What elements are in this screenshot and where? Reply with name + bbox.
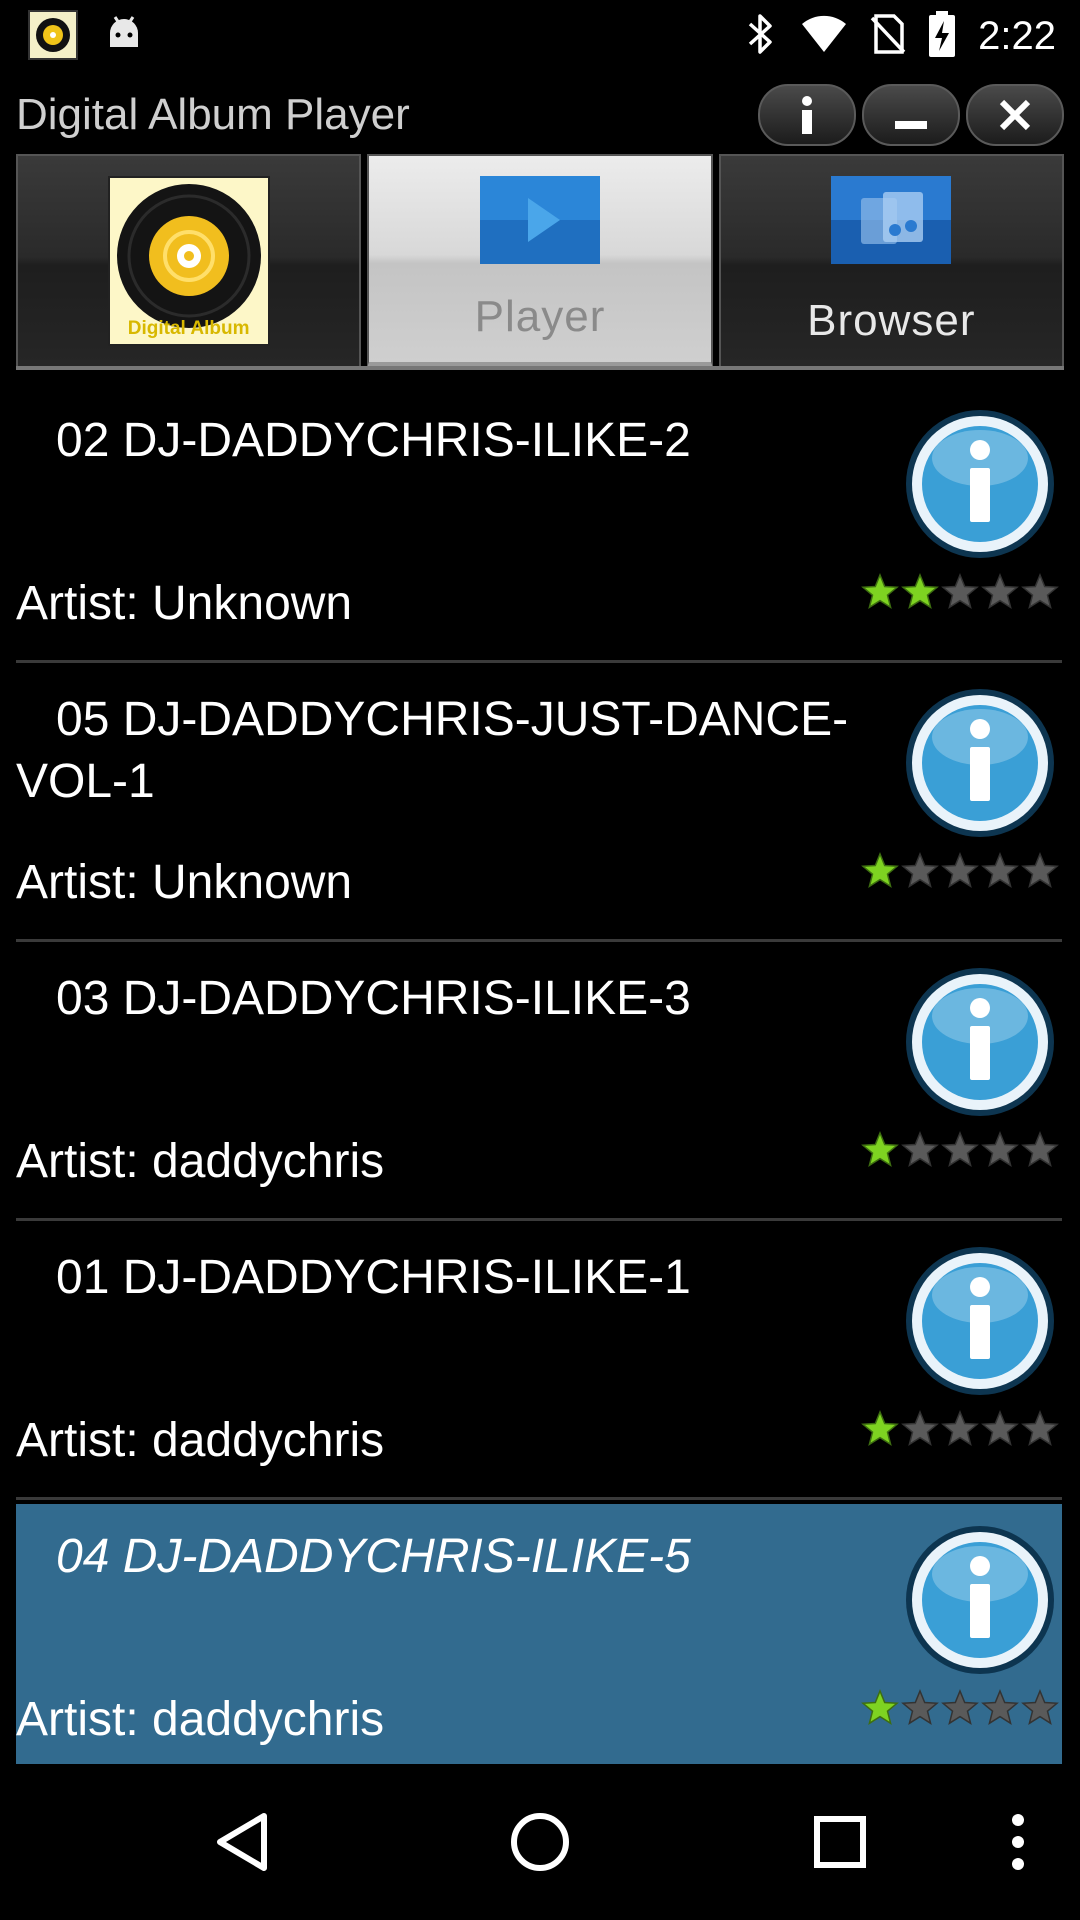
navigation-bar [0,1764,1080,1920]
song-info-button[interactable] [902,964,1058,1120]
logo-text: Digital Album [127,318,250,339]
star-empty-icon[interactable] [940,1688,980,1728]
info-icon [906,1247,1054,1395]
list-item[interactable]: 03 DJ-DADDYCHRIS-ILIKE-3 Artist: daddych… [16,946,1062,1221]
tab-player[interactable]: Player [367,154,713,368]
app-thumbnail-icon [28,10,78,60]
star-filled-icon[interactable] [860,1409,900,1449]
song-artist: Artist: Unknown [16,856,353,909]
close-icon [999,99,1031,131]
song-title: 01 DJ-DADDYCHRIS-ILIKE-1 [56,1251,691,1304]
rating-stars[interactable] [860,1409,1060,1449]
back-button[interactable] [164,1764,320,1920]
star-empty-icon[interactable] [900,851,940,891]
info-icon [802,96,812,134]
recents-icon [814,1816,866,1868]
rating-stars[interactable] [860,851,1060,891]
star-empty-icon[interactable] [1020,1409,1060,1449]
recents-button[interactable] [762,1764,918,1920]
window-controls [758,84,1064,150]
app-title: Digital Album Player [16,90,410,139]
star-empty-icon[interactable] [940,851,980,891]
play-icon [479,176,600,264]
overflow-menu-button[interactable] [940,1764,1080,1920]
star-empty-icon[interactable] [900,1688,940,1728]
info-icon [906,968,1054,1116]
song-artist: Artist: daddychris [16,1693,385,1746]
star-empty-icon[interactable] [980,1688,1020,1728]
song-title: 05 DJ-DADDYCHRIS-JUST-DANCE-VOL-1 [16,693,849,808]
star-empty-icon[interactable] [980,572,1020,612]
song-title: 04 DJ-DADDYCHRIS-ILIKE-5 [56,1530,691,1583]
wifi-icon [800,14,848,59]
music-folder-icon [831,176,952,264]
star-filled-icon[interactable] [860,851,900,891]
info-icon [906,689,1054,837]
song-info-button[interactable] [902,685,1058,841]
song-info-button[interactable] [902,406,1058,562]
star-empty-icon[interactable] [900,1130,940,1170]
star-empty-icon[interactable] [940,1409,980,1449]
song-info-button[interactable] [902,1243,1058,1399]
info-button[interactable] [758,84,856,146]
star-empty-icon[interactable] [980,1130,1020,1170]
back-icon [217,1813,267,1871]
song-artist: Artist: daddychris [16,1414,385,1467]
list-item[interactable]: 01 DJ-DADDYCHRIS-ILIKE-1 Artist: daddych… [16,1225,1062,1500]
song-artist: Artist: daddychris [16,1135,385,1188]
tab-bar: Digital Album Player Browser [16,154,1064,368]
overflow-menu-icon [1012,1814,1024,1870]
status-bar: 2:22 [0,0,1080,72]
star-empty-icon[interactable] [900,1409,940,1449]
star-empty-icon[interactable] [1020,851,1060,891]
clock: 2:22 [978,13,1056,58]
rating-stars[interactable] [860,572,1060,612]
info-icon [906,1526,1054,1674]
info-icon [906,410,1054,558]
home-icon [511,1813,569,1871]
song-info-button[interactable] [902,1522,1058,1678]
close-button[interactable] [966,84,1064,146]
star-empty-icon[interactable] [980,1409,1020,1449]
tab-divider [16,366,1064,370]
star-filled-icon[interactable] [900,572,940,612]
rating-stars[interactable] [860,1688,1060,1728]
song-list[interactable]: 02 DJ-DADDYCHRIS-ILIKE-2 Artist: Unknown… [16,388,1062,1780]
tab-browser-label: Browser [807,296,976,345]
song-title: 03 DJ-DADDYCHRIS-ILIKE-3 [56,972,691,1025]
list-item[interactable]: 02 DJ-DADDYCHRIS-ILIKE-2 Artist: Unknown [16,388,1062,663]
song-artist: Artist: Unknown [16,577,353,630]
star-empty-icon[interactable] [940,572,980,612]
minimize-button[interactable] [862,84,960,146]
tab-album[interactable]: Digital Album [16,154,362,368]
star-filled-icon[interactable] [860,1688,900,1728]
bluetooth-icon [744,12,778,61]
rating-stars[interactable] [860,1130,1060,1170]
digital-album-logo: Digital Album [107,176,270,346]
star-empty-icon[interactable] [1020,1130,1060,1170]
list-item[interactable]: 05 DJ-DADDYCHRIS-JUST-DANCE-VOL-1 Artist… [16,667,1062,942]
star-empty-icon[interactable] [980,851,1020,891]
no-sim-icon [870,12,906,61]
star-empty-icon[interactable] [1020,1688,1060,1728]
star-empty-icon[interactable] [940,1130,980,1170]
star-filled-icon[interactable] [860,572,900,612]
tab-browser[interactable]: Browser [718,154,1064,368]
battery-charging-icon [928,10,956,63]
star-filled-icon[interactable] [860,1130,900,1170]
star-empty-icon[interactable] [1020,572,1060,612]
song-title: 02 DJ-DADDYCHRIS-ILIKE-2 [56,414,691,467]
tab-player-label: Player [474,292,606,341]
android-debug-icon [104,13,144,58]
home-button[interactable] [462,1764,618,1920]
list-item-selected[interactable]: 04 DJ-DADDYCHRIS-ILIKE-5 Artist: daddych… [16,1504,1062,1776]
minimize-icon [895,121,927,129]
